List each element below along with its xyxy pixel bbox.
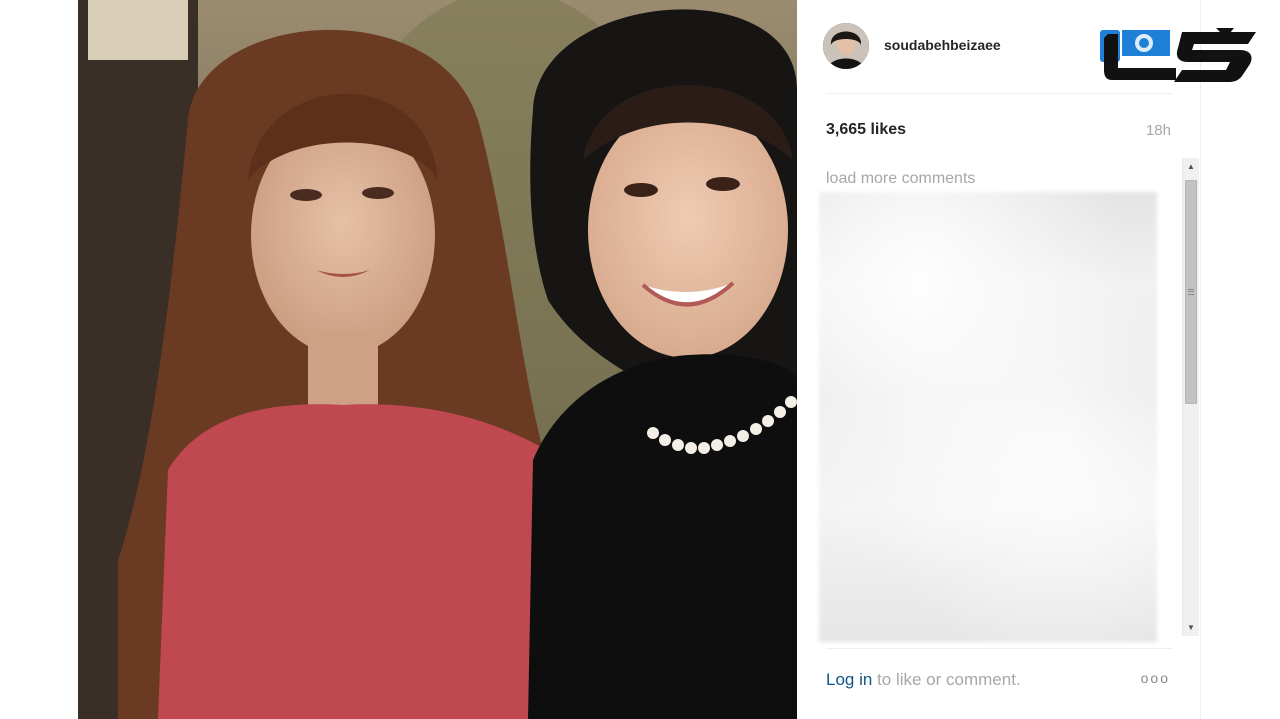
scrollbar-grip-icon xyxy=(1188,289,1194,295)
avatar[interactable] xyxy=(823,23,869,69)
comments-list-blurred xyxy=(819,192,1157,642)
post-time[interactable]: 18h xyxy=(1146,122,1171,139)
likes-count[interactable]: 3,665 likes xyxy=(826,121,906,139)
scroll-up-arrow-icon[interactable]: ▲ xyxy=(1183,158,1199,175)
login-prompt-suffix: to like or comment. xyxy=(872,670,1021,689)
news-watermark-logo-icon xyxy=(1098,24,1262,84)
instagram-post-page: soudabehbeizaee 3,665 likes 18h load mor… xyxy=(0,0,1280,719)
comments-scrollbar[interactable]: ▲ ▼ xyxy=(1182,158,1199,636)
scrollbar-thumb[interactable] xyxy=(1185,180,1197,404)
scroll-down-arrow-icon[interactable]: ▼ xyxy=(1183,619,1199,636)
login-link[interactable]: Log in xyxy=(826,670,872,689)
footer-divider xyxy=(826,648,1172,649)
post-side-panel: soudabehbeizaee 3,665 likes 18h load mor… xyxy=(797,0,1201,719)
post-photo xyxy=(78,0,797,719)
header-divider xyxy=(826,93,1172,94)
load-more-comments-link[interactable]: load more comments xyxy=(826,170,975,188)
login-prompt: Log in to like or comment. xyxy=(826,670,1021,690)
username-link[interactable]: soudabehbeizaee xyxy=(884,37,1001,53)
ellipsis-icon[interactable]: ooo xyxy=(1141,670,1170,686)
